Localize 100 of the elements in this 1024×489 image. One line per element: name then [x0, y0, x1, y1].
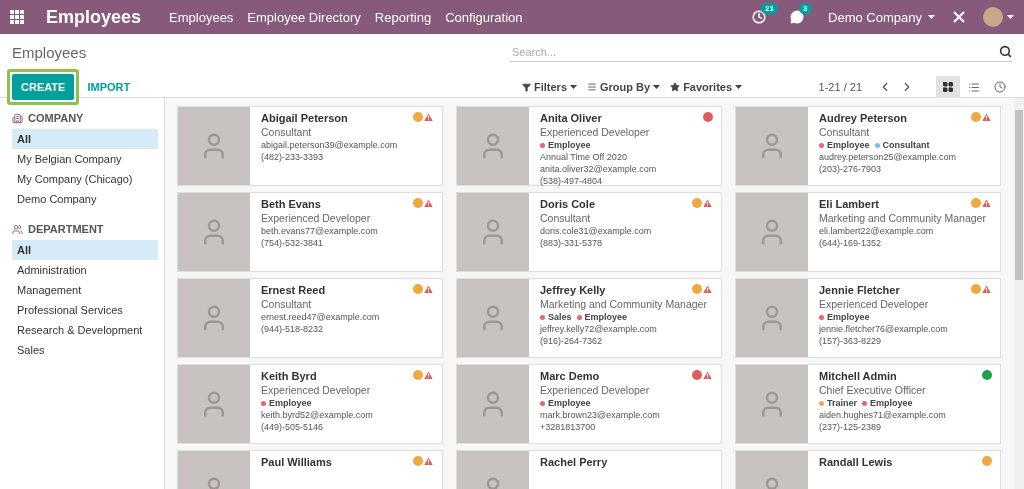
phone-text: (482)-233-3393: [261, 152, 325, 162]
job-title: Experienced Developer: [540, 126, 651, 138]
email-text: jeffrey.kelly72@example.com: [540, 324, 658, 334]
tag: Employee: [261, 398, 312, 408]
employee-card[interactable]: Jennie Fletcher Experienced Developer Employee jennie.fletcher76@example.com (157)-363-8229: [735, 278, 1001, 358]
employee-card[interactable]: Mitchell Admin Chief Executive Officer Trainer Employee aiden.hughes71@example.com (237)-125-2389: [735, 364, 1001, 444]
apps-grid-icon[interactable]: [10, 10, 24, 24]
tag: Employee: [862, 398, 913, 408]
phone-text: (883)-331-5378: [540, 238, 604, 248]
email-text: ernest.reed47@example.com: [261, 312, 381, 322]
job-title: Marketing and Community Manager: [540, 298, 708, 310]
menu-item[interactable]: Employees: [169, 9, 234, 25]
email-text: abigail.peterson39@example.com: [261, 140, 399, 150]
caret-icon: [653, 85, 661, 89]
employee-name: Eli Lambert: [819, 198, 880, 210]
employee-name: Keith Byrd: [261, 370, 318, 382]
job-title: Marketing and Community Manager: [819, 212, 987, 224]
employee-card[interactable]: Marc Demo Experienced Developer Employee mark.brown23@example.com +3281813700: [456, 364, 722, 444]
filter-dropdown[interactable]: Favorites: [670, 81, 743, 93]
job-title: Chief Executive Officer: [819, 384, 927, 396]
tag: Sales: [540, 312, 572, 322]
email-text: aiden.hughes71@example.com: [819, 410, 947, 420]
email-text: beth.evans77@example.com: [261, 226, 379, 236]
kanban-view-button[interactable]: [936, 76, 960, 98]
phone-text: (944)-518-8232: [261, 324, 325, 334]
email-text: anita.oliver32@example.com: [540, 164, 658, 174]
clock-icon[interactable]: [752, 10, 767, 24]
phone-text: (203)-276-7903: [819, 164, 883, 174]
sidebar-item[interactable]: Research & Development: [12, 320, 158, 340]
search-input[interactable]: Search...: [510, 44, 999, 59]
menu-item[interactable]: Employee Directory: [247, 9, 361, 25]
email-text: doris.cole31@example.com: [540, 226, 653, 236]
employee-card[interactable]: Keith Byrd Experienced Developer Employee keith.byrd52@example.com (449)-505-5146: [177, 364, 443, 444]
tag: Employee: [819, 140, 870, 150]
phone-text: (449)-505-5146: [261, 422, 325, 432]
tag: Employee: [540, 398, 591, 408]
caret-icon: [570, 85, 577, 89]
employee-card[interactable]: Doris Cole Consultant doris.cole31@example.com (883)-331-5378: [456, 192, 722, 272]
employee-name: Randall Lewis: [819, 456, 894, 468]
phone-text: (538)-497-4804: [540, 176, 604, 186]
employee-name: Anita Oliver: [540, 112, 603, 124]
sidebar-item[interactable]: Demo Company: [12, 189, 158, 209]
phone-text: +3281813700: [540, 422, 597, 432]
employee-card[interactable]: Rachel Perry: [456, 450, 722, 489]
filter-icon: [522, 82, 531, 92]
employee-card[interactable]: Eli Lambert Marketing and Community Manager eli.lambert22@example.com (644)-169-1352: [735, 192, 1001, 272]
job-title: Experienced Developer: [261, 212, 372, 224]
employee-card[interactable]: Randall Lewis: [735, 450, 1001, 489]
company-switcher[interactable]: Demo Company: [828, 9, 935, 25]
employee-name: Audrey Peterson: [819, 112, 909, 124]
tag: Employee: [576, 312, 628, 322]
job-title: Experienced Developer: [819, 298, 930, 310]
employee-card[interactable]: Anita Oliver Experienced Developer Employee Annual Time Off 2020 anita.oliver32@example.com (538)-497-4804: [456, 106, 722, 186]
caret-icon: [928, 15, 935, 19]
sidebar-item[interactable]: Professional Services: [12, 300, 158, 320]
menu-item[interactable]: Configuration: [445, 9, 523, 25]
tag: Consultant: [874, 140, 930, 150]
employee-card[interactable]: Paul Williams: [177, 450, 443, 489]
scrollbar[interactable]: [1014, 98, 1024, 489]
email-text: mark.brown23@example.com: [540, 410, 661, 420]
search-icon[interactable]: [999, 45, 1012, 58]
employee-name: Ernest Reed: [261, 284, 327, 296]
phone-text: (237)-125-2389: [819, 422, 883, 432]
employee-card[interactable]: Ernest Reed Consultant ernest.reed47@example.com (944)-518-8232: [177, 278, 443, 358]
employee-name: Jeffrey Kelly: [540, 284, 607, 296]
filter-dropdown[interactable]: Group By: [587, 81, 661, 93]
email-text: jennie.fletcher76@example.com: [819, 324, 949, 334]
phone-text: (644)-169-1352: [819, 238, 883, 248]
employee-name: Jennie Fletcher: [819, 284, 901, 296]
employee-name: Beth Evans: [261, 198, 322, 210]
email-text: eli.lambert22@example.com: [819, 226, 935, 236]
employee-card[interactable]: Audrey Peterson Consultant Employee Consultant audrey.peterson25@example.com (203)-276-7903: [735, 106, 1001, 186]
caret-icon: [1007, 15, 1014, 19]
search-field[interactable]: Search...: [510, 42, 1012, 62]
employee-card[interactable]: Beth Evans Experienced Developer beth.evans77@example.com (754)-532-3841: [177, 192, 443, 272]
employee-card[interactable]: Jeffrey Kelly Marketing and Community Manager Sales Employee jeffrey.kelly72@example.com (916)-264-7362: [456, 278, 722, 358]
employee-name: Doris Cole: [540, 198, 596, 210]
menu-item[interactable]: Reporting: [374, 9, 432, 25]
sidebar-item[interactable]: Management: [12, 280, 158, 300]
count-badge: 3: [799, 3, 812, 14]
sidebar-item[interactable]: My Belgian Company: [12, 149, 158, 169]
phone-text: (754)-532-3841: [261, 238, 325, 248]
list-icon: [968, 80, 980, 94]
sidebar-item[interactable]: Sales: [12, 340, 158, 360]
section-title: DEPARTMENT: [28, 223, 104, 235]
cross-tools-icon[interactable]: [953, 11, 965, 23]
count-badge: 21: [761, 3, 778, 14]
filter-dropdown[interactable]: Filters: [522, 81, 577, 93]
list-lines-icon: [587, 82, 597, 92]
employee-name: Abigail Peterson: [261, 112, 349, 124]
sidebar-item[interactable]: All: [12, 240, 158, 260]
sidebar-item[interactable]: Administration: [12, 260, 158, 280]
sidebar-item[interactable]: My Company (Chicago): [12, 169, 158, 189]
employee-name: Marc Demo: [540, 370, 601, 382]
people-icon: [12, 223, 23, 235]
sidebar-item[interactable]: All: [12, 129, 158, 149]
breadcrumb: Employees: [12, 43, 88, 61]
chat-icon[interactable]: [790, 10, 805, 24]
app-title: Employees: [46, 6, 142, 28]
employee-card[interactable]: Abigail Peterson Consultant abigail.peterson39@example.com (482)-233-3393: [177, 106, 443, 186]
